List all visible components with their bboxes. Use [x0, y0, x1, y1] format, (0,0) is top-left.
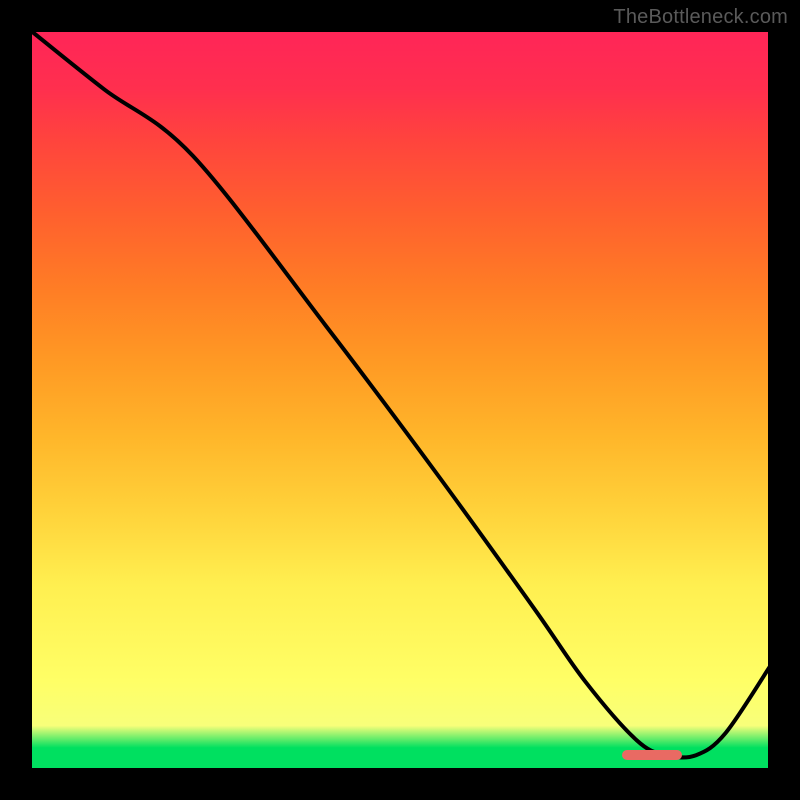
plot-area [30, 30, 770, 770]
watermark-text: TheBottleneck.com [613, 6, 788, 29]
chart-svg [30, 30, 770, 770]
optimal-marker-icon [622, 750, 682, 760]
chart-frame: TheBottleneck.com [0, 0, 800, 800]
chart-line [30, 30, 770, 758]
